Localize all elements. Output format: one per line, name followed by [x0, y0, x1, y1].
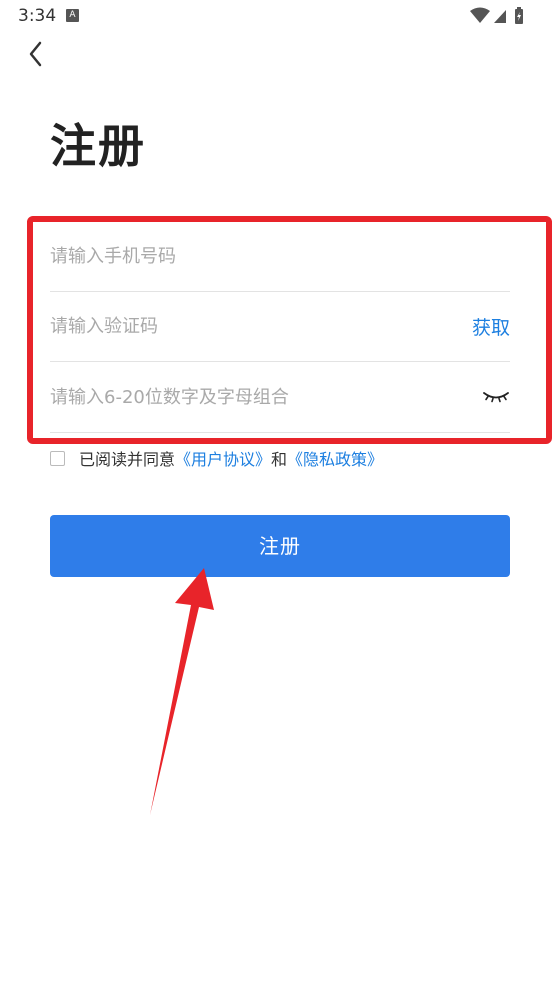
page-title: 注册	[50, 119, 146, 173]
back-button[interactable]	[18, 36, 54, 72]
agreement-and-text: 和	[271, 450, 288, 469]
status-icons	[470, 7, 523, 24]
notification-a-icon: A	[66, 9, 79, 22]
wifi-icon	[470, 7, 490, 23]
highlight-annotation-box	[27, 216, 552, 444]
status-time: 3:34	[18, 6, 57, 26]
battery-icon	[515, 7, 523, 24]
chevron-left-icon	[29, 41, 42, 67]
cellular-signal-icon	[494, 10, 506, 23]
privacy-policy-link[interactable]: 《隐私政策》	[287, 446, 383, 470]
arrow-icon	[150, 568, 214, 815]
agree-checkbox[interactable]	[50, 450, 65, 466]
agreement-row: 已阅读并同意 《用户协议》 和 《隐私政策》	[50, 447, 383, 469]
user-agreement-link[interactable]: 《用户协议》	[175, 446, 271, 470]
agreement-prefix-text: 已阅读并同意	[79, 450, 176, 469]
status-bar: 3:34 A	[0, 0, 560, 34]
register-button[interactable]: 注册	[50, 515, 510, 577]
